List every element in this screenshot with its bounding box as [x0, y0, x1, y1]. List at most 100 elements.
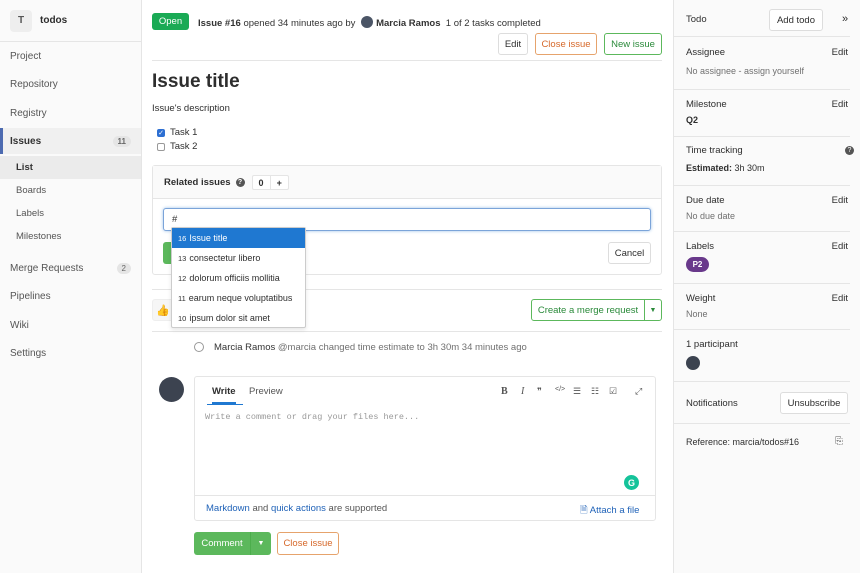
task-item[interactable]: Task 2: [157, 141, 197, 152]
attach-label: Attach a file: [589, 505, 640, 516]
bullet-list-icon[interactable]: ☰: [573, 386, 581, 397]
issue-ref: Issue #16: [198, 18, 241, 29]
tasks-progress: 1 of 2 tasks completed: [445, 18, 541, 29]
commenter-avatar[interactable]: [159, 377, 184, 402]
issue-description: Issue's description: [152, 103, 230, 114]
create-merge-request-button[interactable]: Create a merge request: [531, 299, 645, 321]
milestone-edit-link[interactable]: Edit: [832, 99, 848, 110]
nav-issues-list[interactable]: List: [0, 156, 141, 179]
suggestion-num: 13: [178, 253, 187, 263]
suggestion-item[interactable]: 10 ipsum dolor sit amet: [172, 308, 305, 328]
assignee-edit-link[interactable]: Edit: [832, 47, 848, 58]
task-checkbox[interactable]: [157, 142, 165, 151]
add-related-button[interactable]: +: [269, 175, 288, 189]
help-icon[interactable]: ?: [235, 177, 245, 187]
nav-issues-boards[interactable]: Boards: [0, 179, 141, 202]
nav-merge-requests[interactable]: Merge Requests 2: [0, 255, 141, 281]
unsubscribe-button[interactable]: Unsubscribe: [780, 392, 848, 414]
markdown-link[interactable]: Markdown: [206, 503, 250, 514]
grammarly-icon[interactable]: G: [624, 475, 639, 490]
issue-meta: Issue #16 opened 34 minutes ago by Marci…: [198, 16, 541, 29]
suggestion-num: 10: [178, 313, 187, 323]
code-icon[interactable]: </>: [555, 386, 565, 393]
cancel-related-button[interactable]: Cancel: [608, 242, 651, 264]
suggestion-num: 12: [178, 273, 187, 283]
issue-author[interactable]: Marcia Ramos: [376, 18, 440, 29]
quote-icon[interactable]: ❞: [537, 386, 542, 397]
comment-dropdown-chevron-icon[interactable]: ▼: [251, 540, 271, 547]
section-divider: [152, 331, 662, 332]
time-tracking-label: Time tracking: [686, 145, 743, 156]
label-p2-badge[interactable]: P2: [686, 257, 709, 272]
milestone-label: Milestone: [686, 99, 727, 110]
project-header[interactable]: T todos: [0, 0, 141, 42]
merge-request-dropdown-chevron-icon[interactable]: ▼: [644, 299, 662, 321]
suggestion-num: 16: [178, 233, 187, 243]
nav-wiki[interactable]: Wiki: [0, 312, 141, 338]
sidebar-divider: [674, 381, 850, 382]
timeline-handle[interactable]: @marcia: [278, 342, 316, 353]
issue-suggestions-dropdown: 16 Issue title 13 consectetur libero 12 dol…: [171, 227, 306, 328]
collapse-sidebar-icon[interactable]: »: [842, 13, 848, 25]
time-tracking-help-icon[interactable]: ?: [845, 146, 854, 155]
edit-issue-button[interactable]: Edit: [498, 33, 528, 55]
italic-icon[interactable]: I: [521, 386, 524, 397]
participant-avatar[interactable]: [686, 356, 700, 370]
nav-issues[interactable]: Issues 11: [0, 128, 141, 154]
header-divider: [152, 60, 662, 61]
tab-preview[interactable]: Preview: [249, 386, 283, 397]
quick-actions-link[interactable]: quick actions: [271, 503, 326, 514]
nav-settings[interactable]: Settings: [0, 340, 141, 366]
task-label: Task 2: [170, 141, 198, 152]
issue-status-badge: Open: [152, 13, 189, 30]
suggestion-title: earum neque voluptatibus: [188, 293, 293, 303]
due-date-edit-link[interactable]: Edit: [832, 195, 848, 206]
sidebar-divider: [674, 283, 850, 284]
nav-pipelines[interactable]: Pipelines: [0, 283, 141, 309]
project-avatar: T: [10, 9, 32, 32]
bold-icon[interactable]: B: [501, 386, 508, 397]
task-item[interactable]: ✓ Task 1: [157, 127, 197, 138]
tab-write[interactable]: Write: [212, 386, 236, 404]
weight-label: Weight: [686, 293, 716, 304]
copy-reference-icon[interactable]: ⎘: [835, 436, 843, 447]
suggestion-item[interactable]: 13 consectetur libero: [172, 248, 305, 268]
nav-issues-milestones[interactable]: Milestones: [0, 225, 141, 248]
numbered-list-icon[interactable]: ☷: [591, 386, 599, 397]
suggestion-item[interactable]: 11 earum neque voluptatibus: [172, 288, 305, 308]
comment-button[interactable]: Comment ▼: [194, 532, 271, 555]
sidebar-divider: [674, 185, 850, 186]
suggestion-item[interactable]: 16 Issue title: [172, 228, 305, 248]
time-estimate-label: Estimated:: [686, 163, 733, 173]
nav-project[interactable]: Project: [0, 43, 141, 69]
suggestion-num: 11: [178, 293, 186, 303]
timeline-event: Marcia Ramos @marcia changed time estima…: [194, 342, 527, 353]
comment-textarea[interactable]: Write a comment or drag your files here.…: [205, 412, 419, 422]
assignee-value[interactable]: No assignee - assign yourself: [686, 66, 804, 76]
add-todo-button[interactable]: Add todo: [769, 9, 823, 31]
project-name: todos: [40, 15, 68, 26]
milestone-value[interactable]: Q2: [686, 115, 698, 125]
close-issue-button[interactable]: Close issue: [535, 33, 597, 55]
nav-issues-label: Issues: [10, 135, 42, 147]
nav-issues-labels[interactable]: Labels: [0, 202, 141, 225]
weight-edit-link[interactable]: Edit: [832, 293, 848, 304]
close-issue-bottom-button[interactable]: Close issue: [277, 532, 339, 555]
sidebar-divider: [674, 231, 850, 232]
timeline-author[interactable]: Marcia Ramos: [214, 342, 275, 353]
sidebar-divider: [674, 329, 850, 330]
new-issue-button[interactable]: New issue: [604, 33, 662, 55]
attach-file-link[interactable]: 🗎 Attach a file: [580, 503, 639, 519]
suggestion-item[interactable]: 12 dolorum officiis mollitia: [172, 268, 305, 288]
time-estimate: Estimated: 3h 30m: [686, 163, 765, 173]
nav-registry[interactable]: Registry: [0, 100, 141, 126]
attach-icon: 🗎: [580, 505, 588, 516]
suggestion-title: Issue title: [189, 233, 228, 243]
merge-requests-count-badge: 2: [116, 262, 131, 274]
nav-repository[interactable]: Repository: [0, 71, 141, 97]
fullscreen-icon[interactable]: ⤢: [635, 386, 642, 397]
task-checkbox-checked[interactable]: ✓: [157, 128, 165, 137]
task-list-icon[interactable]: ☑: [609, 386, 617, 397]
weight-value: None: [686, 309, 708, 319]
labels-edit-link[interactable]: Edit: [832, 241, 848, 252]
